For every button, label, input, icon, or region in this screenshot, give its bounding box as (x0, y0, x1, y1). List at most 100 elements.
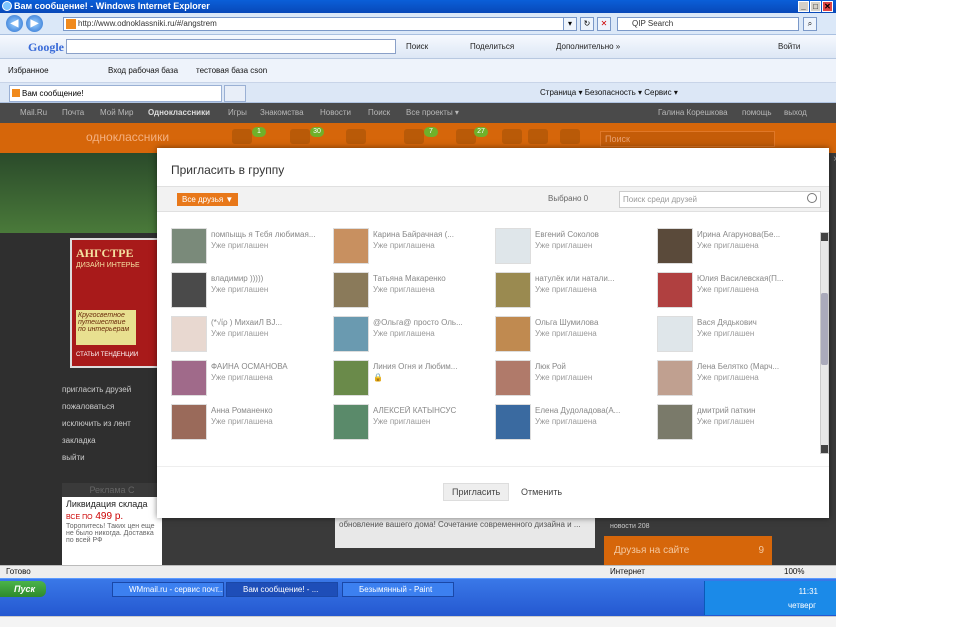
friend-avatar[interactable] (495, 228, 531, 264)
nav-odnoklassniki[interactable]: Одноклассники (148, 103, 210, 123)
friend-card[interactable]: Ирина Агарунова(Бе... Уже приглашена (657, 228, 811, 268)
complain-link[interactable]: пожаловаться (62, 398, 162, 415)
friend-card[interactable]: (*√ίρ ) МихаиЛ ВЈ... Уже приглашен (171, 316, 331, 356)
friend-card[interactable]: Люк Рой Уже приглашен (495, 360, 655, 400)
qip-search-icon[interactable]: ⌕ (803, 17, 817, 31)
forward-icon[interactable]: ▶ (26, 15, 43, 32)
news-label[interactable]: новости 208 (610, 523, 650, 530)
scroll-down-icon[interactable] (821, 445, 828, 453)
friend-card[interactable]: Евгений Соколов Уже приглашен (495, 228, 655, 268)
tab-active[interactable]: Вам сообщение! (9, 85, 222, 102)
start-button[interactable]: Пуск (0, 581, 46, 597)
friend-card[interactable]: Ольга Шумилова Уже приглашена (495, 316, 655, 356)
favorites-button[interactable]: Избранное (8, 66, 49, 75)
friend-avatar[interactable] (333, 404, 369, 440)
stop-icon[interactable]: ✕ (597, 17, 611, 31)
friends-online-panel[interactable]: Друзья на сайте 9 (604, 536, 772, 565)
friend-avatar[interactable] (495, 272, 531, 308)
friend-name[interactable]: Елена Дудоладова(А... (535, 406, 653, 415)
friend-avatar[interactable] (657, 272, 693, 308)
friends-filter-dropdown[interactable]: Все друзья ▼ (177, 193, 239, 206)
friend-name[interactable]: Лена Белятко (Марч... (697, 362, 811, 371)
friend-avatar[interactable] (333, 272, 369, 308)
ok-logo[interactable]: одноклассники (86, 130, 169, 144)
ie-command-bar[interactable]: Страница ▾ Безопасность ▾ Сервис ▾ (540, 88, 678, 97)
friend-avatar[interactable] (171, 404, 207, 440)
friend-card[interactable]: Елена Дудоладова(А... Уже приглашена (495, 404, 655, 444)
friend-avatar[interactable] (495, 316, 531, 352)
friend-name[interactable]: натулёк или натали... (535, 274, 653, 283)
scroll-thumb[interactable] (821, 293, 828, 365)
taskbar-paint[interactable]: Безымянный - Paint (342, 582, 454, 597)
invite-friends-link[interactable]: пригласить друзей (62, 381, 162, 398)
friend-name[interactable]: Анна Романенко (211, 406, 329, 415)
friend-card[interactable]: Татьяна Макаренко Уже приглашена (333, 272, 493, 312)
qip-search-input[interactable]: QIP Search (617, 17, 799, 31)
friend-name[interactable]: @Ольга@ просто Оль... (373, 318, 491, 327)
user-name[interactable]: Галина Корешкова (658, 103, 728, 123)
friend-card[interactable]: Юлия Василевская(П... Уже приглашена (657, 272, 811, 312)
friend-card[interactable]: @Ольга@ просто Оль... Уже приглашена (333, 316, 493, 356)
friend-avatar[interactable] (171, 272, 207, 308)
friends-scrollbar[interactable] (820, 232, 829, 454)
friend-card[interactable]: Линия Огня и Любим... 🔒 (333, 360, 493, 400)
share-button[interactable]: Поделиться (470, 42, 514, 51)
address-dropdown-icon[interactable]: ▾ (563, 17, 577, 31)
friend-avatar[interactable] (495, 404, 531, 440)
friend-name[interactable]: Евгений Соколов (535, 230, 653, 239)
friend-card[interactable]: натулёк или натали... Уже приглашена (495, 272, 655, 312)
friend-name[interactable]: Юлия Василевская(П... (697, 274, 811, 283)
nav-mailru[interactable]: Mail.Ru (20, 103, 47, 123)
friend-name[interactable]: ФАИНА ОСМАНОВА (211, 362, 329, 371)
google-search-input[interactable] (66, 39, 396, 54)
help-link[interactable]: помощь (742, 103, 771, 123)
taskbar-wmmail[interactable]: WMmail.ru - сервис почт... (112, 582, 224, 597)
favorite-link-test[interactable]: тестовая база cson (196, 66, 267, 75)
nav-games[interactable]: Игры (228, 103, 247, 123)
friend-name[interactable]: (*√ίρ ) МихаиЛ ВЈ... (211, 318, 329, 327)
friend-card[interactable]: владимир ))))) Уже приглашен (171, 272, 331, 312)
friend-name[interactable]: Вася Дядькович (697, 318, 811, 327)
friend-name[interactable]: владимир ))))) (211, 274, 329, 283)
friend-avatar[interactable] (171, 316, 207, 352)
leave-link[interactable]: выйти (62, 449, 162, 466)
address-bar[interactable]: http://www.odnoklassniki.ru/#/angstrem (63, 17, 573, 31)
video-icon[interactable] (528, 129, 548, 144)
friend-avatar[interactable] (333, 360, 369, 396)
cancel-button[interactable]: Отменить (521, 487, 562, 497)
friend-name[interactable]: Люк Рой (535, 362, 653, 371)
scroll-up-icon[interactable] (821, 233, 828, 241)
maximize-icon[interactable]: □ (810, 1, 821, 12)
friend-card[interactable]: Вася Дядькович Уже приглашен (657, 316, 811, 356)
invite-button[interactable]: Пригласить (443, 483, 510, 501)
group-banner[interactable]: АНГСТРЕ ДИЗАЙН ИНТЕРЬЕ Кругосветное путе… (70, 238, 160, 368)
music-icon[interactable] (502, 129, 522, 144)
friend-name[interactable]: помпыщь я Тєбя любимая... (211, 230, 329, 239)
nav-all-projects[interactable]: Все проекты ▾ (406, 103, 459, 123)
search-icon[interactable] (807, 193, 817, 203)
messages-icon[interactable] (232, 129, 252, 144)
friend-avatar[interactable] (657, 360, 693, 396)
friend-name[interactable]: Ирина Агарунова(Бе... (697, 230, 811, 239)
clock[interactable]: 11:31 (799, 587, 818, 596)
google-search-button[interactable]: Поиск (406, 42, 428, 51)
friend-name[interactable]: Ольга Шумилова (535, 318, 653, 327)
favorite-link-work[interactable]: Вход рабочая база (108, 66, 178, 75)
friend-name[interactable]: Линия Огня и Любим... (373, 362, 491, 371)
ads-block[interactable]: Реклама С Ликвидация склада ВСЕ ПО 499 р… (62, 483, 162, 565)
friend-avatar[interactable] (333, 316, 369, 352)
new-tab-button[interactable] (224, 85, 246, 102)
nav-mail[interactable]: Почта (62, 103, 84, 123)
nav-my-world[interactable]: Мой Мир (100, 103, 133, 123)
exclude-feed-link[interactable]: исключить из лент (62, 415, 162, 432)
friend-avatar[interactable] (171, 360, 207, 396)
site-search-input[interactable]: Поиск (600, 131, 775, 147)
ratings-icon[interactable] (456, 129, 476, 144)
guests-icon[interactable] (404, 129, 424, 144)
friend-avatar[interactable] (333, 228, 369, 264)
more-button[interactable]: Дополнительно » (556, 42, 620, 51)
taskbar-ie-active[interactable]: Вам сообщение! - ... (226, 582, 338, 597)
close-dialog-icon[interactable]: × (833, 154, 836, 165)
friend-card[interactable]: Лена Белятко (Марч... Уже приглашена (657, 360, 811, 400)
friend-avatar[interactable] (171, 228, 207, 264)
